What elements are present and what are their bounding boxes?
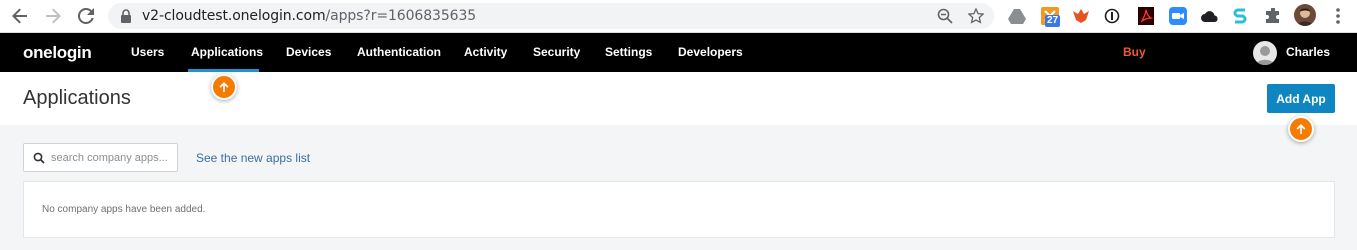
profile-avatar[interactable] bbox=[1294, 4, 1316, 26]
extensions-puzzle-icon[interactable] bbox=[1263, 6, 1283, 26]
s-extension-icon[interactable] bbox=[1230, 6, 1250, 26]
apps-list-panel: No company apps have been added. bbox=[23, 181, 1335, 238]
nav-item-settings[interactable]: Settings bbox=[605, 45, 652, 59]
onelogin-logo[interactable]: onelogin bbox=[23, 43, 92, 63]
bookmark-star-icon[interactable] bbox=[966, 6, 986, 26]
nav-item-developers[interactable]: Developers bbox=[678, 45, 743, 59]
drive-extension-icon[interactable] bbox=[1007, 6, 1027, 26]
info-extension-icon[interactable] bbox=[1102, 6, 1122, 26]
pdf-extension-icon[interactable] bbox=[1136, 6, 1156, 26]
hint-marker[interactable] bbox=[211, 74, 237, 100]
empty-state-message: No company apps have been added. bbox=[42, 204, 206, 215]
fox-extension-icon[interactable] bbox=[1071, 6, 1091, 26]
cloud-extension-icon[interactable] bbox=[1200, 6, 1220, 26]
address-bar[interactable]: v2-cloudtest.onelogin.com/apps?r=1606835… bbox=[108, 3, 994, 29]
user-name[interactable]: Charles bbox=[1286, 45, 1330, 59]
search-box bbox=[23, 143, 178, 172]
reload-icon[interactable] bbox=[75, 5, 97, 27]
add-app-button[interactable]: Add App bbox=[1267, 84, 1335, 113]
page-header: Applications Add App bbox=[0, 72, 1357, 125]
user-avatar[interactable] bbox=[1253, 41, 1277, 65]
url-text: v2-cloudtest.onelogin.com/apps?r=1606835… bbox=[142, 8, 477, 24]
browser-menu-icon[interactable] bbox=[1328, 6, 1348, 26]
hint-marker[interactable] bbox=[1288, 116, 1314, 142]
nav-item-users[interactable]: Users bbox=[131, 45, 164, 59]
browser-toolbar: v2-cloudtest.onelogin.com/apps?r=1606835… bbox=[0, 0, 1357, 33]
page-title: Applications bbox=[23, 87, 131, 109]
video-extension-icon[interactable] bbox=[1168, 6, 1188, 26]
nav-item-authentication[interactable]: Authentication bbox=[357, 45, 441, 59]
search-input[interactable] bbox=[51, 151, 171, 164]
extension-badge: 27 bbox=[1045, 15, 1061, 27]
main-navigation: onelogin Users Applications Devices Auth… bbox=[0, 33, 1357, 72]
zoom-out-icon[interactable] bbox=[935, 6, 955, 26]
buy-link[interactable]: Buy bbox=[1123, 45, 1146, 59]
nav-item-devices[interactable]: Devices bbox=[286, 45, 331, 59]
nav-item-applications[interactable]: Applications bbox=[191, 45, 263, 59]
back-icon[interactable] bbox=[9, 5, 31, 27]
arrow-up-icon bbox=[1296, 124, 1306, 134]
nav-item-security[interactable]: Security bbox=[533, 45, 580, 59]
forward-icon[interactable] bbox=[42, 5, 64, 27]
arrow-up-icon bbox=[219, 82, 229, 92]
nav-item-activity[interactable]: Activity bbox=[464, 45, 507, 59]
search-icon bbox=[33, 152, 45, 164]
user-silhouette-icon bbox=[1256, 46, 1274, 65]
lock-icon bbox=[121, 9, 131, 23]
new-apps-list-link[interactable]: See the new apps list bbox=[196, 151, 310, 165]
